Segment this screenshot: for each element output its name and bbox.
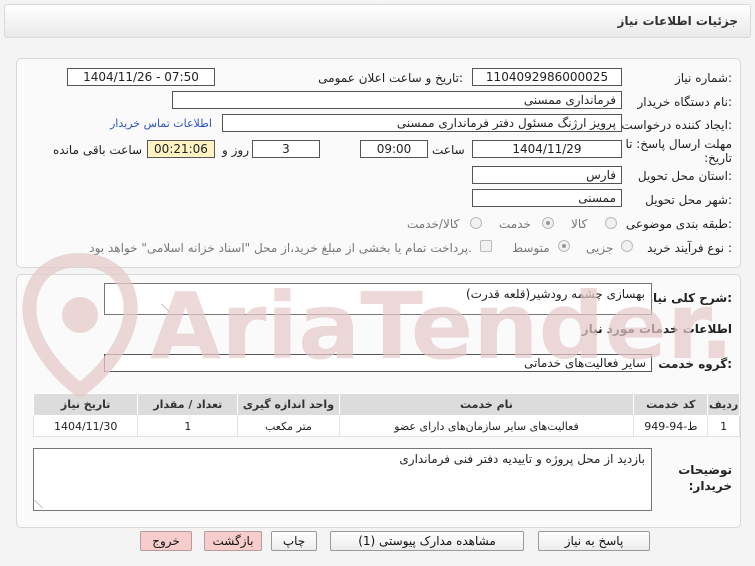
summary-text: بهسازی چشمه رودشیر(قلعه قدرت) bbox=[465, 287, 645, 301]
reply-button[interactable]: پاسخ به نیاز bbox=[538, 531, 650, 551]
cell-row-number: 1 bbox=[707, 415, 740, 437]
province-label: استان محل تحویل: bbox=[637, 169, 732, 183]
deadline-time-label: ساعت bbox=[432, 143, 465, 157]
deadline-time-field: 09:00 bbox=[360, 140, 428, 158]
service-group-label: گروه خدمت: bbox=[658, 357, 732, 371]
title-bar: جزئیات اطلاعات نیاز bbox=[4, 4, 751, 38]
exit-button[interactable]: خروج bbox=[140, 531, 192, 551]
buyer-notes-label: توضیحات خریدار: bbox=[678, 463, 732, 493]
city-field: ممسنی bbox=[472, 189, 622, 207]
buyer-org-label: نام دستگاه خریدار: bbox=[637, 95, 733, 109]
cell-quantity: 1 bbox=[137, 415, 239, 437]
announce-datetime-label: تاریخ و ساعت اعلان عمومی: bbox=[318, 71, 463, 85]
page-title: جزئیات اطلاعات نیاز bbox=[617, 14, 738, 28]
remaining-time-field: 00:21:06 bbox=[147, 140, 215, 158]
table-row: 1 ط-94-949 فعالیت‌های سایر سازمان‌های دا… bbox=[32, 415, 740, 437]
buyer-notes-text: بازدید از محل پروژه و تاییدیه دفتر فنی ف… bbox=[399, 452, 645, 466]
resize-grip-icon bbox=[161, 304, 177, 312]
col-row-number: ردیف bbox=[707, 393, 740, 416]
service-group-field: سایر فعالیت‌های خدماتی bbox=[104, 354, 652, 372]
category-option-goods: کالا bbox=[571, 217, 588, 231]
services-section-title: اطلاعات خدمات مورد نیاز bbox=[581, 322, 732, 336]
col-quantity: تعداد / مقدار bbox=[137, 393, 239, 416]
category-option-goods-service: کالا/خدمت bbox=[407, 217, 460, 231]
category-label: طبقه بندی موضوعی: bbox=[625, 217, 732, 231]
buyer-org-field: فرمانداری ممسنی bbox=[172, 91, 622, 109]
category-radio-service[interactable] bbox=[542, 217, 554, 229]
process-option-medium: متوسط bbox=[512, 241, 550, 255]
treasury-payment-checkbox[interactable] bbox=[480, 240, 492, 252]
days-label: روز و bbox=[222, 143, 249, 157]
process-radio-medium[interactable] bbox=[558, 240, 570, 252]
notes-resize-grip-icon bbox=[34, 500, 50, 508]
buyer-contact-link[interactable]: اطلاعات تماس خریدار bbox=[110, 117, 212, 130]
category-radio-goods[interactable] bbox=[605, 217, 617, 229]
buyer-notes-textarea: بازدید از محل پروژه و تاییدیه دفتر فنی ف… bbox=[33, 448, 652, 511]
province-field: فارس bbox=[472, 166, 622, 184]
creator-label: ایجاد کننده درخواست: bbox=[621, 118, 732, 132]
creator-field: پرویز ارژنگ مسئول دفتر فرمانداری ممسنی bbox=[222, 114, 622, 132]
announce-datetime-field: 1404/11/26 - 07:50 bbox=[67, 68, 215, 86]
view-attachments-button[interactable]: مشاهده مدارک پیوستی (1) bbox=[330, 531, 524, 551]
col-service-name: نام خدمت bbox=[338, 393, 635, 416]
table-header-row: ردیف کد خدمت نام خدمت واحد اندازه گیری ت… bbox=[32, 393, 740, 416]
col-unit: واحد اندازه گیری bbox=[237, 393, 340, 416]
process-type-label: نوع فرآیند خرید : bbox=[647, 241, 732, 255]
cell-need-date: 1404/11/30 bbox=[32, 415, 139, 437]
remaining-time-label: ساعت باقی مانده bbox=[53, 143, 143, 157]
col-need-date: تاریخ نیاز bbox=[32, 393, 139, 416]
back-button[interactable]: بازگشت bbox=[204, 531, 262, 551]
summary-label: شرح کلی نیاز: bbox=[646, 291, 732, 305]
need-number-label: شماره نیاز: bbox=[674, 71, 732, 85]
category-radio-goods-service[interactable] bbox=[470, 217, 482, 229]
deadline-label: مهلت ارسال پاسخ: تا تاریخ: bbox=[625, 137, 732, 165]
cell-unit: متر مکعب bbox=[237, 415, 340, 437]
city-label: شهر محل تحویل: bbox=[645, 193, 732, 207]
cell-service-code: ط-94-949 bbox=[633, 415, 709, 437]
print-button[interactable]: چاپ bbox=[271, 531, 317, 551]
process-radio-minor[interactable] bbox=[621, 240, 633, 252]
col-service-code: کد خدمت bbox=[633, 393, 709, 416]
treasury-payment-note: پرداخت تمام یا بخشی از مبلغ خرید،از محل … bbox=[89, 241, 472, 255]
category-option-service: خدمت bbox=[499, 217, 531, 231]
need-number-field: 1104092986000025 bbox=[472, 68, 622, 86]
services-table: ردیف کد خدمت نام خدمت واحد اندازه گیری ت… bbox=[32, 393, 740, 437]
remaining-days-field: 3 bbox=[252, 140, 320, 158]
summary-textarea: بهسازی چشمه رودشیر(قلعه قدرت) bbox=[104, 283, 652, 315]
cell-service-name: فعالیت‌های سایر سازمان‌های دارای عضو bbox=[338, 415, 635, 437]
process-option-minor: جزیی bbox=[586, 241, 614, 255]
deadline-date-field: 1404/11/29 bbox=[472, 140, 622, 158]
